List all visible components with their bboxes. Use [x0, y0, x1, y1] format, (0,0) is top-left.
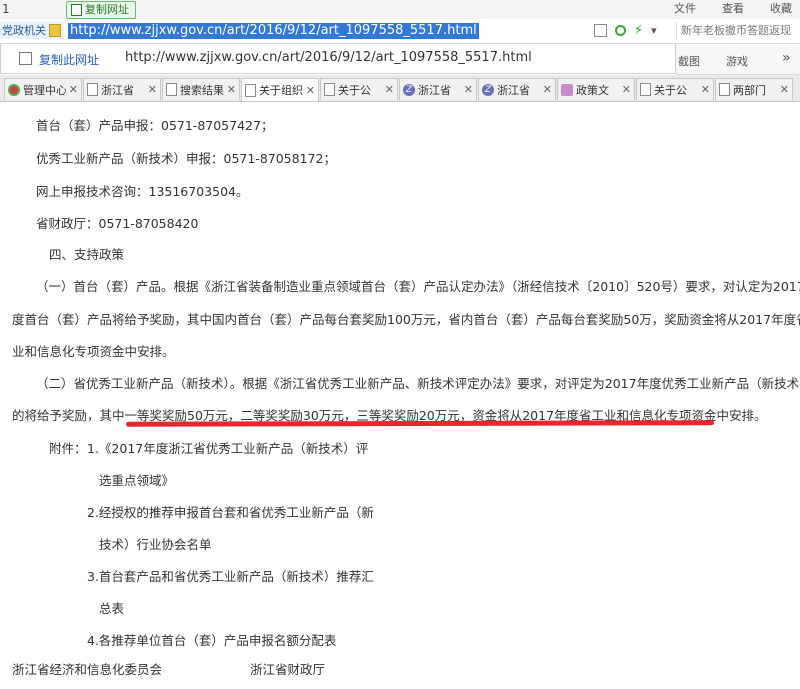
close-icon[interactable]: ✕ — [780, 83, 789, 96]
tab-label: 搜索结果 — [180, 83, 224, 97]
contact-finance: 省财政厅：0571-87058420 — [36, 216, 199, 231]
reader-mode-icon[interactable] — [594, 24, 607, 37]
z-site-icon: Z — [403, 83, 415, 96]
doc-icon — [324, 83, 335, 96]
attachment-4: 4.各推荐单位首台（套）产品申报名额分配表 — [87, 633, 337, 648]
doc-icon — [87, 83, 98, 96]
red-underline-annotation — [125, 420, 715, 427]
url-input[interactable]: http://www.zjjxw.gov.cn/art/2016/9/12/ar… — [68, 23, 479, 39]
section-heading: 四、支持政策 — [49, 247, 125, 262]
tab-zhejiang-1[interactable]: 浙江省 ✕ — [83, 78, 161, 100]
contact-tech-support: 网上申报技术咨询：13516703504。 — [36, 184, 249, 199]
doc-icon — [719, 83, 730, 96]
tab-label: 管理中心 — [23, 83, 66, 97]
browser-icon — [8, 83, 20, 96]
suggestion-url[interactable]: http://www.zjjxw.gov.cn/art/2016/9/12/ar… — [125, 50, 532, 65]
tab-label: 关于组织 — [259, 84, 303, 97]
tab-policy[interactable]: 政策文 ✕ — [557, 78, 635, 100]
tab-label: 两部门 — [733, 83, 766, 97]
gear-icon[interactable] — [615, 25, 626, 36]
screenshot-button[interactable]: 截图 — [678, 53, 700, 69]
copy-this-url-link[interactable]: 复制此网址 — [39, 51, 99, 68]
more-icon[interactable]: » — [782, 50, 791, 66]
tab-label: 浙江省 — [418, 83, 451, 97]
contact-new-product: 优秀工业新产品（新技术）申报：0571-87058172； — [36, 151, 336, 166]
close-icon[interactable]: ✕ — [622, 83, 631, 96]
top-strip: 1 复制网址 文件 查看 收藏 — [0, 0, 800, 19]
tab-label: 关于公 — [654, 83, 687, 97]
paragraph-1-line-2: 度首台（套）产品将给予奖励，其中国内首台（套）产品每台套奖励100万元，省内首台… — [12, 312, 800, 327]
site-badge-label: 党政机关 — [2, 24, 46, 37]
document-body: 首台（套）产品申报：0571-87057427； 优秀工业新产品（新技术）申报：… — [0, 101, 800, 689]
tab-label: 浙江省 — [497, 83, 530, 97]
close-icon[interactable]: ✕ — [464, 83, 473, 96]
tab-management[interactable]: 管理中心 ✕ — [4, 78, 82, 100]
tab-label: 政策文 — [576, 83, 609, 97]
copy-icon — [71, 4, 82, 16]
close-icon[interactable]: ✕ — [306, 84, 315, 97]
tab-label: 关于公 — [338, 83, 371, 97]
tab-search-results[interactable]: 搜索结果 ✕ — [162, 78, 240, 100]
attachment-3-line-1: 3.首台套产品和省优秀工业新产品（新技术）推荐汇 — [87, 569, 374, 584]
signature-commission: 浙江省经济和信息化委员会 — [12, 662, 163, 677]
certificate-icon — [49, 24, 61, 37]
doc-icon — [640, 83, 651, 96]
paragraph-1-line-1: （一）首台（套）产品。根据《浙江省装备制造业重点领域首台（套）产品认定办法》（浙… — [36, 279, 800, 294]
copy-url-button[interactable]: 复制网址 — [66, 1, 136, 19]
games-button[interactable]: 游戏 — [726, 53, 748, 69]
attachments-label: 附件： — [49, 441, 87, 456]
tab-number: 1 — [2, 2, 10, 16]
address-bar: 党政机关 http://www.zjjxw.gov.cn/art/2016/9/… — [0, 19, 800, 44]
tab-zhejiang-2[interactable]: Z 浙江省 ✕ — [399, 78, 477, 100]
doc-icon — [245, 83, 256, 97]
menu-view[interactable]: 查看 — [722, 0, 744, 16]
attachment-2-line-1: 2.经授权的推荐申报首台套和省优秀工业新产品（新 — [87, 505, 374, 520]
contact-first-set: 首台（套）产品申报：0571-87057427； — [36, 118, 274, 133]
search-input[interactable]: 新年老板撤币答题返现 — [676, 22, 800, 40]
tab-notice-2[interactable]: 关于公 ✕ — [636, 78, 714, 100]
attachment-2-line-2: 技术）行业协会名单 — [99, 537, 212, 552]
attachment-1-line-1: 1.《2017年度浙江省优秀工业新产品（新技术）评 — [87, 441, 369, 456]
tab-bar: 管理中心 ✕ 浙江省 ✕ 搜索结果 ✕ 关于组织 ✕ 关于公 ✕ Z 浙江省 ✕… — [0, 75, 800, 102]
menu-favorites[interactable]: 收藏 — [770, 0, 792, 16]
toolbar-right: 截图 游戏 » — [676, 44, 800, 75]
paragraph-1-line-3: 业和信息化专项资金中安排。 — [12, 344, 175, 359]
attachment-1-line-2: 选重点领域》 — [99, 473, 175, 488]
doc-icon — [166, 83, 177, 96]
close-icon[interactable]: ✕ — [701, 83, 710, 96]
menu-bar: 文件 查看 收藏 — [674, 0, 792, 16]
close-icon[interactable]: ✕ — [148, 83, 157, 96]
close-icon[interactable]: ✕ — [543, 83, 552, 96]
close-icon[interactable]: ✕ — [385, 83, 394, 96]
paragraph-2-line-1: （二）省优秀工业新产品（新技术）。根据《浙江省优秀工业新产品、新技术评定办法》要… — [36, 376, 800, 391]
z-site-icon: Z — [482, 83, 494, 96]
lightning-icon[interactable]: ⚡ — [634, 24, 643, 37]
tab-two-departments[interactable]: 两部门 ✕ — [715, 78, 793, 100]
address-icons: ⚡ ▾ — [594, 24, 657, 37]
menu-file[interactable]: 文件 — [674, 0, 696, 16]
tab-label: 浙江省 — [101, 83, 134, 97]
site-icon — [561, 83, 573, 96]
tab-notice-1[interactable]: 关于公 ✕ — [320, 78, 398, 100]
site-badge[interactable]: 党政机关 — [0, 22, 64, 39]
tab-active[interactable]: 关于组织 ✕ — [241, 78, 319, 101]
signature-finance-dept: 浙江省财政厅 — [250, 662, 326, 677]
attachment-3-line-2: 总表 — [99, 601, 125, 616]
chevron-down-icon[interactable]: ▾ — [651, 24, 657, 37]
close-icon[interactable]: ✕ — [69, 83, 78, 96]
tab-zhejiang-3[interactable]: Z 浙江省 ✕ — [478, 78, 556, 100]
close-icon[interactable]: ✕ — [227, 83, 236, 96]
copy-link-icon — [19, 52, 32, 65]
url-suggestion-dropdown: 复制此网址 http://www.zjjxw.gov.cn/art/2016/9… — [0, 44, 676, 74]
copy-url-label: 复制网址 — [85, 3, 129, 16]
